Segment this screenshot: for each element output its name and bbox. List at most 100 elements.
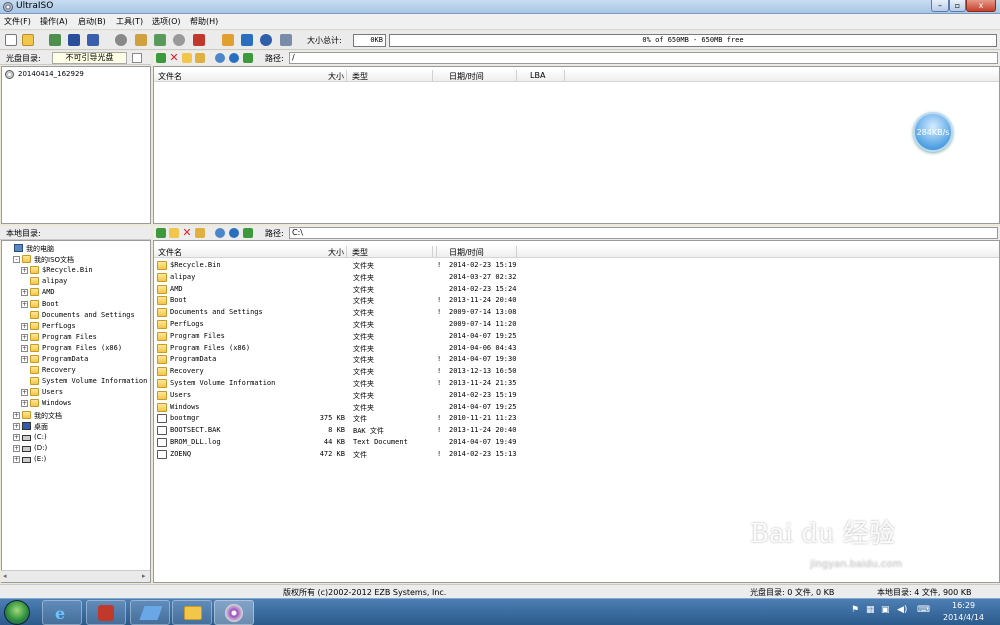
file-row[interactable]: AMD 文件夹 2014-02-23 15:24 (154, 284, 1000, 295)
file-row[interactable]: BOOTSECT.BAK 8 KB BAK 文件! 2013-11-24 20:40 (154, 425, 1000, 436)
refresh-icon[interactable] (243, 53, 253, 63)
file-row[interactable]: $Recycle.Bin 文件夹! 2014-02-23 15:19 (154, 260, 1000, 271)
expand-icon[interactable]: + (21, 400, 28, 408)
col-type[interactable]: 类型 (352, 71, 368, 82)
local-delete-icon[interactable]: ✕ (182, 227, 192, 238)
close-button[interactable]: x (966, 0, 996, 12)
tree-item[interactable]: + (E:) (2, 454, 150, 465)
file-row[interactable]: System Volume Information 文件夹! 2013-11-24 … (154, 378, 1000, 389)
local-col-size[interactable]: 大小 (328, 247, 344, 258)
tree-item[interactable]: + (C:) (2, 432, 150, 443)
local-view-icon[interactable] (215, 228, 225, 238)
ie-taskbar-button[interactable]: e (42, 600, 82, 625)
file-row[interactable]: Documents and Settings 文件夹! 2009-07-14 13:… (154, 307, 1000, 318)
clock-time[interactable]: 16:29 (952, 601, 975, 610)
expand-icon[interactable]: + (21, 344, 28, 352)
make-cd-image-icon[interactable] (115, 34, 127, 46)
menu-options[interactable]: 选项(O) (152, 16, 181, 27)
col-date[interactable]: 日期/时间 (449, 71, 484, 82)
tree-item[interactable]: + ProgramData (2, 354, 150, 365)
expand-icon[interactable]: + (13, 411, 20, 419)
file-row[interactable]: bootmgr 375 KB 文件! 2010-11-21 11:23 (154, 413, 1000, 424)
save-as-icon[interactable] (87, 34, 99, 46)
file-row[interactable]: Program Files 文件夹 2014-04-07 19:25 (154, 331, 1000, 342)
tree-item[interactable]: + Program Files (2, 332, 150, 343)
help-icon[interactable] (260, 34, 272, 46)
tree-item[interactable]: - 我的ISO文档 (2, 254, 150, 265)
expand-icon[interactable]: + (21, 356, 28, 363)
expand-icon[interactable]: + (21, 300, 28, 308)
expand-icon[interactable]: + (21, 289, 28, 297)
extract-icon[interactable] (49, 34, 61, 46)
save-icon[interactable] (68, 34, 80, 46)
tree-item[interactable]: + 我的文档 (2, 410, 150, 421)
local-add-icon[interactable] (195, 228, 205, 238)
minimize-button[interactable]: – (931, 0, 949, 12)
file-row[interactable]: Recovery 文件夹! 2013-12-13 16:50 (154, 366, 1000, 377)
convert-icon[interactable] (135, 34, 147, 46)
explorer-taskbar-button[interactable] (172, 600, 212, 625)
tray-flag-icon[interactable]: ⚑ (851, 605, 859, 615)
add-file-icon[interactable] (195, 53, 205, 63)
open-icon[interactable] (22, 34, 34, 46)
tree-item[interactable]: + 桌面 (2, 421, 150, 432)
mount-icon[interactable] (173, 34, 185, 46)
expand-icon[interactable]: + (21, 389, 28, 397)
compress-icon[interactable] (154, 34, 166, 46)
clock-date[interactable]: 2014/4/14 (943, 613, 984, 622)
tree-item[interactable]: + Users (2, 387, 150, 398)
view-icon[interactable] (215, 53, 225, 63)
tree-item[interactable]: + PerfLogs (2, 321, 150, 332)
file-row[interactable]: ProgramData 文件夹! 2014-04-07 19:30 (154, 354, 1000, 365)
tray-network-icon[interactable]: ▦ (866, 605, 875, 615)
disc-path-input[interactable]: / (289, 52, 998, 64)
tree-item[interactable]: + Windows (2, 398, 150, 409)
exit-icon[interactable] (280, 34, 292, 46)
col-name[interactable]: 文件名 (158, 71, 182, 82)
settings-gear-icon[interactable] (229, 53, 239, 63)
file-row[interactable]: Boot 文件夹! 2013-11-24 20:40 (154, 295, 1000, 306)
col-size[interactable]: 大小 (328, 71, 344, 82)
file-row[interactable]: Users 文件夹 2014-02-23 15:19 (154, 390, 1000, 401)
menu-bootable[interactable]: 启动(B) (78, 16, 106, 27)
tree-item[interactable]: + Program Files (x86) (2, 343, 150, 354)
tree-item[interactable]: System Volume Information (2, 376, 150, 387)
options-icon[interactable] (241, 34, 253, 46)
file-row[interactable]: ZOENQ 472 KB 文件! 2014-02-23 15:13 (154, 449, 1000, 460)
tree-item[interactable]: alipay (2, 276, 150, 287)
menu-help[interactable]: 帮助(H) (190, 16, 218, 27)
expand-icon[interactable]: + (21, 267, 28, 275)
local-col-name[interactable]: 文件名 (158, 247, 182, 258)
tree-item[interactable]: Documents and Settings (2, 310, 150, 321)
tree-horizontal-scrollbar[interactable]: ◂ ▸ (1, 570, 150, 582)
tree-item[interactable]: + (D:) (2, 443, 150, 454)
delete-icon[interactable]: ✕ (169, 52, 179, 63)
local-col-date[interactable]: 日期/时间 (449, 247, 484, 258)
tree-item[interactable]: Recovery (2, 365, 150, 376)
up-arrow-icon[interactable] (156, 53, 166, 63)
maximize-button[interactable]: ▫ (949, 0, 966, 12)
tree-item[interactable]: 我的电脑 (2, 243, 150, 254)
new-folder-icon[interactable] (182, 53, 192, 63)
expand-icon[interactable]: + (21, 322, 28, 330)
menu-actions[interactable]: 操作(A) (40, 16, 68, 27)
col-lba[interactable]: LBA (530, 71, 545, 80)
tree-item[interactable]: + $Recycle.Bin (2, 265, 150, 276)
tray-action-icon[interactable]: ▣ (881, 605, 890, 615)
local-settings-gear-icon[interactable] (229, 228, 239, 238)
local-up-arrow-icon[interactable] (156, 228, 166, 238)
start-button[interactable] (4, 600, 30, 625)
tray-input-icon[interactable]: ⌨ (917, 605, 930, 615)
file-row[interactable]: Program Files (x86) 文件夹 2014-04-06 04:43 (154, 343, 1000, 354)
boot-file-icon[interactable] (132, 53, 142, 63)
app-taskbar-button[interactable] (86, 600, 126, 625)
file-row[interactable]: PerfLogs 文件夹 2009-07-14 11:20 (154, 319, 1000, 330)
expand-icon[interactable]: + (13, 455, 20, 463)
menu-file[interactable]: 文件(F) (4, 16, 31, 27)
expand-icon[interactable]: + (13, 444, 20, 452)
burn-icon[interactable] (193, 34, 205, 46)
tray-volume-icon[interactable]: ◀) (897, 605, 907, 615)
expand-icon[interactable]: + (13, 433, 20, 441)
boot-status-field[interactable]: 不可引导光盘 (52, 52, 127, 64)
menu-tools[interactable]: 工具(T) (116, 16, 143, 27)
